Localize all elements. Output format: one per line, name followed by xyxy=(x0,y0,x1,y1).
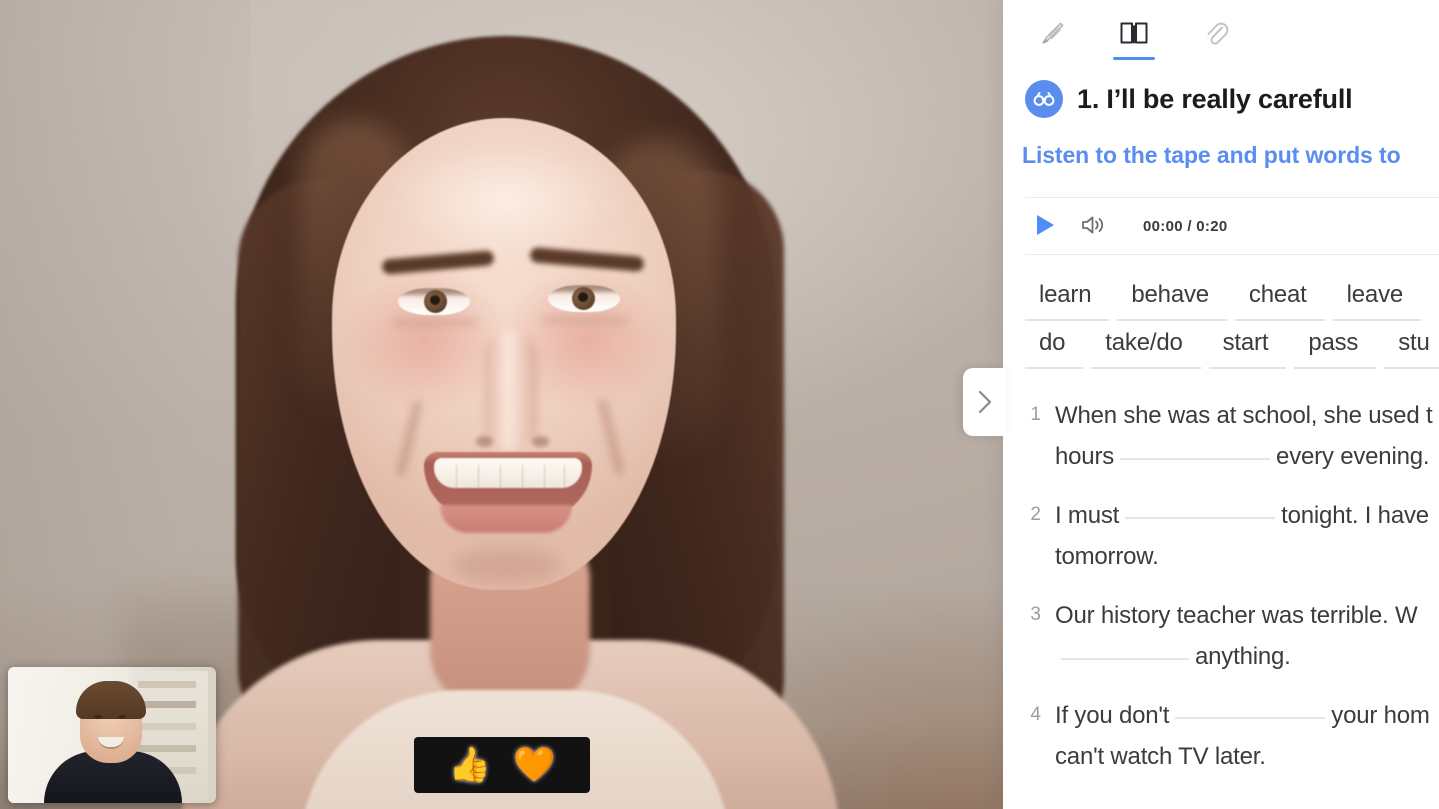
task-instruction: Listen to the tape and put words to xyxy=(1022,142,1401,168)
play-button[interactable] xyxy=(1033,212,1057,241)
participant-undereye-right xyxy=(542,316,628,325)
question-fragment: When she was at school, she used t xyxy=(1055,402,1433,429)
question-text: If you don't your hom can't watch TV late… xyxy=(1055,695,1430,777)
question-number: 3 xyxy=(1030,604,1041,625)
question-number: 4 xyxy=(1030,704,1041,725)
question-number: 2 xyxy=(1030,504,1041,525)
question-text: When she was at school, she used t hours… xyxy=(1055,395,1433,477)
participant-nostril-right xyxy=(532,436,549,447)
question-list: 1 When she was at school, she used t hou… xyxy=(1003,369,1439,777)
question-item: 1 When she was at school, she used t hou… xyxy=(1025,395,1439,477)
main-video-area[interactable]: 👍 🧡 xyxy=(0,0,1003,809)
question-fragment: can't watch TV later. xyxy=(1055,743,1266,770)
answer-blank[interactable] xyxy=(1175,717,1326,719)
participant-pupil-right xyxy=(578,292,588,302)
question-fragment: Our history teacher was terrible. W xyxy=(1055,602,1418,629)
binoculars-icon xyxy=(1025,80,1063,118)
paperclip-icon xyxy=(1202,18,1230,51)
reactions-bar: 👍 🧡 xyxy=(414,737,590,793)
participant-nostril-left xyxy=(476,436,493,447)
participant-teeth xyxy=(434,458,582,489)
word-chip[interactable]: leave xyxy=(1332,277,1422,321)
active-tab-indicator xyxy=(1113,57,1155,60)
pen-icon xyxy=(1037,18,1067,51)
heart-reaction-icon[interactable]: 🧡 xyxy=(513,748,555,782)
question-fragment: I must xyxy=(1055,502,1120,529)
participant-eye-left xyxy=(398,288,470,315)
video-lesson-app: 👍 🧡 1. I’ll be really carefull Listen to… xyxy=(0,0,1439,809)
volume-button[interactable] xyxy=(1079,212,1107,241)
panel-tab-bar xyxy=(1003,0,1439,60)
question-fragment: your hom xyxy=(1331,702,1430,729)
tab-attachments[interactable] xyxy=(1189,10,1243,58)
word-chip[interactable]: stu xyxy=(1384,325,1439,369)
play-icon xyxy=(1033,212,1057,241)
word-bank-row: learn behave cheat leave xyxy=(1025,277,1439,321)
open-book-icon xyxy=(1118,18,1150,51)
word-bank-row: do take/do start pass stu xyxy=(1025,325,1439,369)
self-view-eye-right xyxy=(118,715,126,719)
question-fragment: every evening. xyxy=(1276,443,1430,470)
question-item: 4 If you don't your hom can't watch TV la… xyxy=(1025,695,1439,777)
participant-chin-shadow xyxy=(452,548,562,584)
word-chip[interactable]: learn xyxy=(1025,277,1110,321)
question-fragment: anything. xyxy=(1195,643,1291,670)
tab-materials[interactable] xyxy=(1107,10,1161,60)
answer-blank[interactable] xyxy=(1061,658,1189,660)
question-fragment: hours xyxy=(1055,443,1115,470)
question-fragment: tonight. I have xyxy=(1281,502,1429,529)
chevron-right-icon xyxy=(976,389,994,415)
answer-blank[interactable] xyxy=(1125,517,1276,519)
participant-pupil-left xyxy=(430,295,440,305)
tab-whiteboard[interactable] xyxy=(1025,10,1079,58)
word-chip[interactable]: pass xyxy=(1294,325,1377,369)
word-chip[interactable]: behave xyxy=(1117,277,1227,321)
participant-forehead-highlight xyxy=(390,140,620,260)
participant-undereye-left xyxy=(392,318,478,327)
answer-blank[interactable] xyxy=(1120,458,1271,460)
participant-nose xyxy=(484,330,538,450)
question-text: I must tonight. I have tomorrow. xyxy=(1055,495,1429,577)
participant-eye-right xyxy=(548,285,620,312)
question-fragment: If you don't xyxy=(1055,702,1170,729)
self-view-video[interactable] xyxy=(8,667,216,803)
participant-eyelid-left xyxy=(398,288,470,295)
exercise-panel: 1. I’ll be really carefull Listen to the… xyxy=(1003,0,1439,809)
participant-eyelid-right xyxy=(548,285,620,292)
question-fragment: tomorrow. xyxy=(1055,543,1159,570)
question-number: 1 xyxy=(1030,404,1041,425)
question-item: 3 Our history teacher was terrible. W an… xyxy=(1025,595,1439,677)
word-chip[interactable]: start xyxy=(1208,325,1287,369)
participant-lower-lip xyxy=(440,505,572,533)
volume-icon xyxy=(1079,212,1107,241)
task-header: 1. I’ll be really carefull xyxy=(1003,58,1439,118)
word-chip[interactable]: do xyxy=(1025,325,1084,369)
word-chip[interactable]: cheat xyxy=(1234,277,1325,321)
page-title: 1. I’ll be really carefull xyxy=(1077,83,1353,114)
audio-player: 00:00 / 0:20 xyxy=(1003,198,1439,254)
self-view-eye-left xyxy=(94,715,102,719)
audio-timestamp: 00:00 / 0:20 xyxy=(1143,217,1228,235)
question-item: 2 I must tonight. I have tomorrow. xyxy=(1025,495,1439,577)
word-bank: learn behave cheat leave do take/do star… xyxy=(1003,255,1439,369)
question-text: Our history teacher was terrible. W anyt… xyxy=(1055,595,1418,677)
panel-collapse-toggle[interactable] xyxy=(963,368,1007,436)
thumbs-up-reaction-icon[interactable]: 👍 xyxy=(449,748,491,782)
word-chip[interactable]: take/do xyxy=(1091,325,1201,369)
